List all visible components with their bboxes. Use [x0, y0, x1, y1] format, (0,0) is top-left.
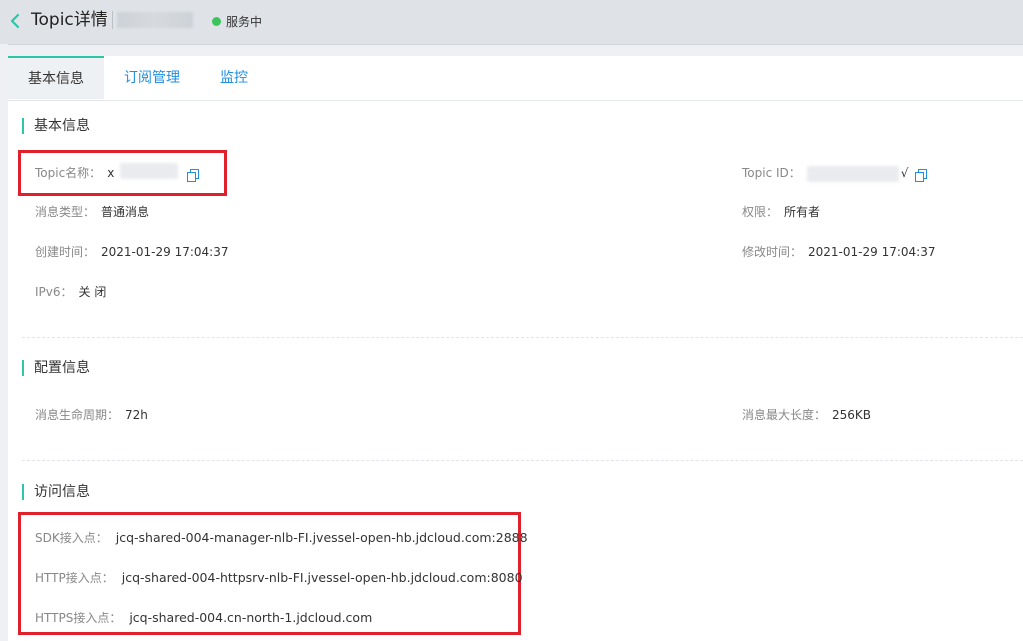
- created-time-field: 创建时间： 2021-01-29 17:04:37: [35, 244, 228, 260]
- copy-topic-id-icon[interactable]: [915, 167, 928, 182]
- https-endpoint-row: HTTPS接入点： jcq-shared-004.cn-north-1.jdclo…: [35, 610, 372, 626]
- topic-id-label: Topic ID：: [742, 166, 801, 180]
- sdk-endpoint-row: SDK接入点： jcq-shared-004-manager-nlb-FI.jve…: [35, 530, 528, 546]
- top-header-bar: Topic详情 服务中: [0, 0, 1023, 45]
- topic-id-field: Topic ID： √: [742, 165, 908, 182]
- topic-name-field: Topic名称： x: [35, 165, 114, 181]
- detail-panel: 基本信息 订阅管理 监控 基本信息 Topic名称： x Topic ID： √ 消…: [8, 56, 1023, 641]
- permission-value: 所有者: [784, 205, 821, 219]
- topic-name-label: Topic名称：: [35, 166, 102, 180]
- created-time-value: 2021-01-29 17:04:37: [101, 245, 229, 259]
- tab-subscription-management[interactable]: 订阅管理: [114, 56, 190, 99]
- section-divider: [22, 337, 1023, 338]
- max-length-value: 256KB: [832, 408, 872, 422]
- https-endpoint-label: HTTPS接入点：: [35, 611, 122, 625]
- http-endpoint-label: HTTP接入点：: [35, 571, 114, 585]
- topic-id-value: √: [900, 166, 909, 180]
- section-title-basic: 基本信息: [22, 118, 90, 134]
- section-divider: [22, 460, 1023, 461]
- modified-time-label: 修改时间：: [742, 245, 803, 259]
- permission-field: 权限： 所有者: [742, 204, 820, 220]
- max-length-label: 消息最大长度：: [742, 408, 827, 422]
- section-title-access: 访问信息: [22, 484, 90, 500]
- section-title-config: 配置信息: [22, 360, 90, 376]
- created-time-label: 创建时间：: [35, 245, 96, 259]
- content-gap: [0, 45, 1023, 56]
- tab-bar: 基本信息 订阅管理 监控: [8, 56, 1023, 101]
- message-type-label: 消息类型：: [35, 205, 96, 219]
- modified-time-field: 修改时间： 2021-01-29 17:04:37: [742, 244, 935, 260]
- status-dot-icon: [212, 17, 221, 26]
- http-endpoint-row: HTTP接入点： jcq-shared-004-httpsrv-nlb-FI.jv…: [35, 570, 523, 586]
- message-type-field: 消息类型： 普通消息: [35, 204, 149, 220]
- https-endpoint-value: jcq-shared-004.cn-north-1.jdcloud.com: [129, 610, 373, 625]
- back-arrow-icon[interactable]: [8, 12, 24, 30]
- ipv6-label: IPv6：: [35, 285, 73, 299]
- redacted-topic-name-value: [120, 163, 178, 179]
- ipv6-value: 关 闭: [78, 285, 107, 299]
- permission-label: 权限：: [742, 205, 779, 219]
- sdk-endpoint-value: jcq-shared-004-manager-nlb-FI.jvessel-op…: [115, 530, 528, 545]
- modified-time-value: 2021-01-29 17:04:37: [808, 245, 936, 259]
- lifecycle-label: 消息生命周期：: [35, 408, 120, 422]
- status-badge: 服务中: [212, 13, 262, 30]
- status-text: 服务中: [226, 15, 263, 29]
- left-gutter: [0, 44, 8, 641]
- lifecycle-field: 消息生命周期： 72h: [35, 407, 148, 423]
- http-endpoint-value: jcq-shared-004-httpsrv-nlb-FI.jvessel-op…: [121, 570, 523, 585]
- tab-basic-info[interactable]: 基本信息: [8, 56, 104, 99]
- redacted-topic-id: [806, 165, 899, 182]
- tab-monitoring[interactable]: 监控: [208, 56, 260, 99]
- ipv6-field: IPv6： 关 闭: [35, 284, 106, 300]
- copy-topic-name-icon[interactable]: [187, 167, 200, 182]
- max-length-field: 消息最大长度： 256KB: [742, 407, 871, 423]
- message-type-value: 普通消息: [101, 205, 150, 219]
- page-title: Topic详情: [31, 10, 108, 30]
- title-divider: [112, 11, 113, 29]
- redacted-topic-name: [117, 12, 193, 28]
- lifecycle-value: 72h: [125, 408, 148, 422]
- sdk-endpoint-label: SDK接入点：: [35, 531, 108, 545]
- topic-name-value: x: [107, 166, 115, 180]
